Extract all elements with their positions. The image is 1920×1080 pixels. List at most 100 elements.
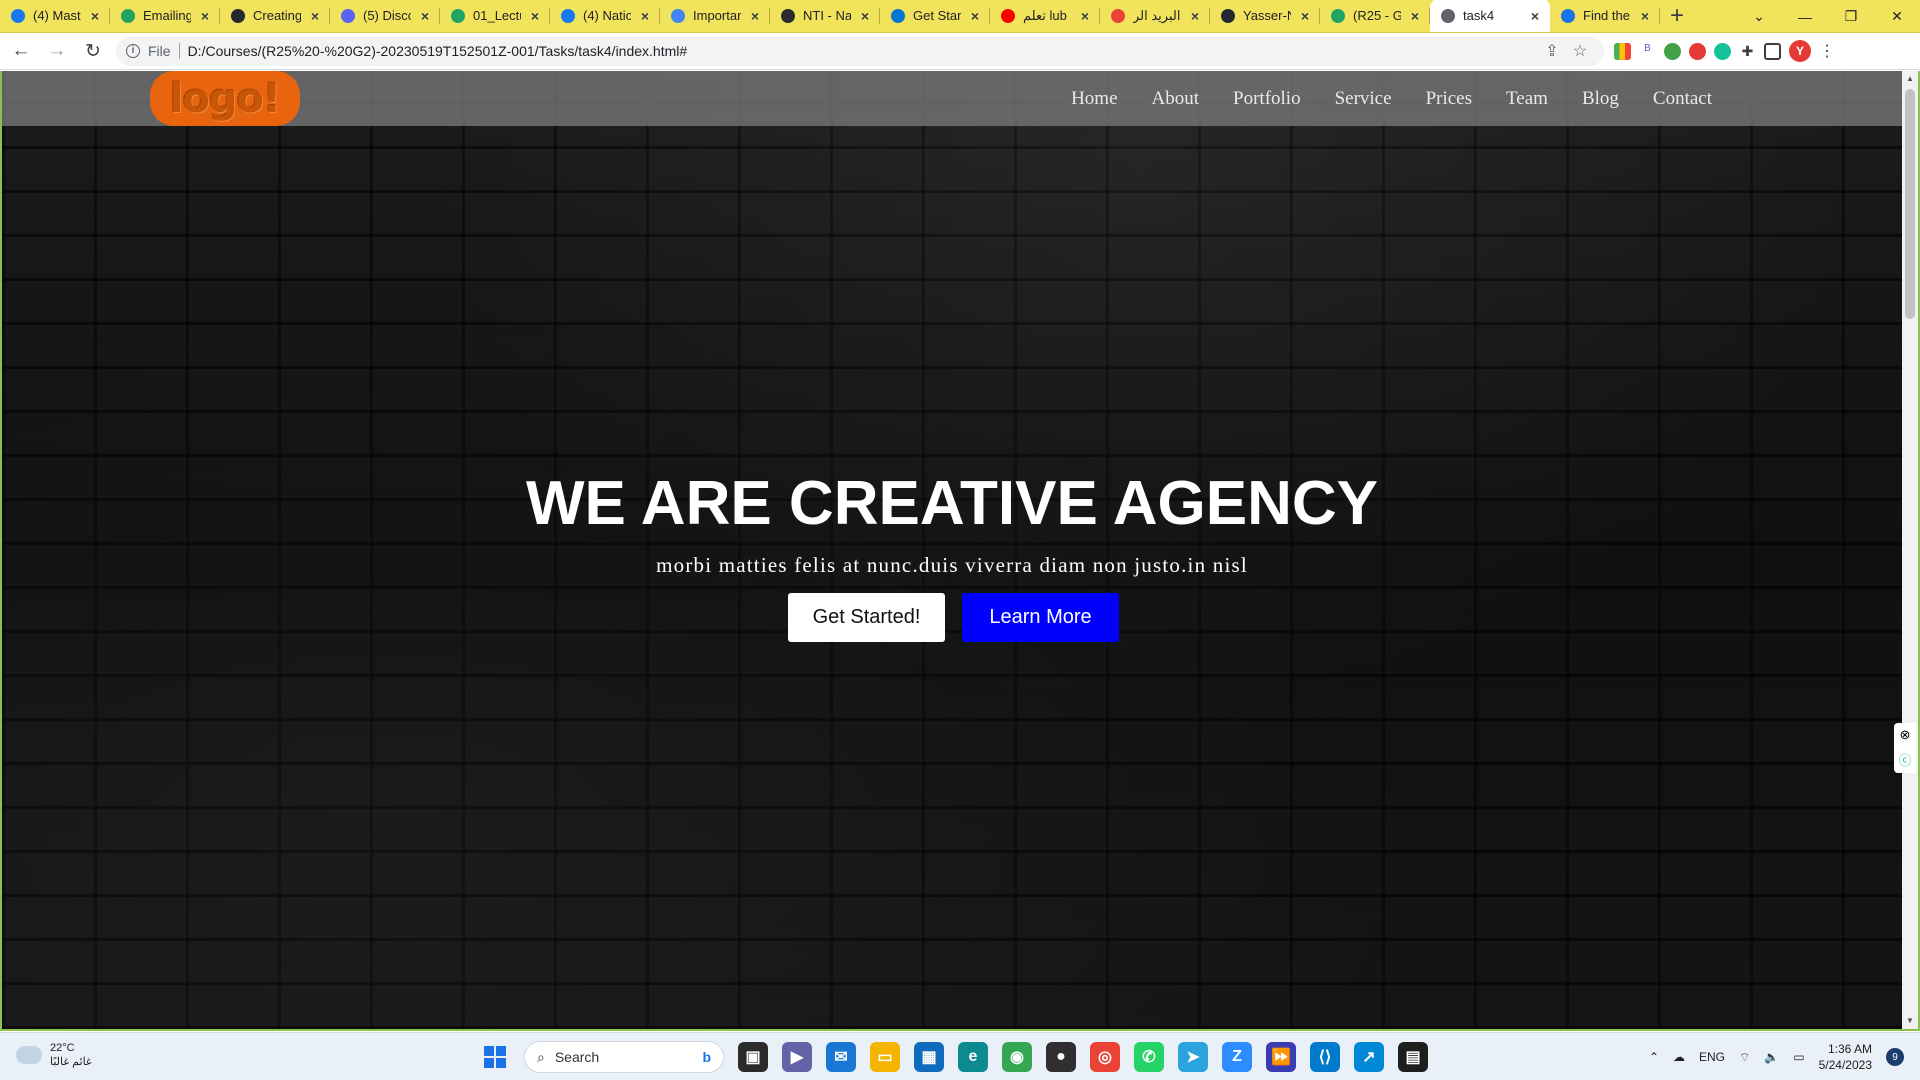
close-tab-icon[interactable]: ×	[748, 8, 762, 24]
address-bar[interactable]: i File D:/Courses/(R25%20-%20G2)-2023051…	[116, 36, 1604, 66]
forward-icon[interactable]: →	[42, 36, 72, 66]
nti-icon	[780, 8, 796, 24]
close-tab-icon[interactable]: ×	[1408, 8, 1422, 24]
browser-tab[interactable]: (R25 - G ×	[1320, 0, 1430, 32]
file-explorer-icon[interactable]: ▭	[870, 1042, 900, 1072]
site-logo[interactable]: logo!	[150, 71, 300, 126]
side-panel-icon[interactable]	[1764, 42, 1781, 60]
close-tab-icon[interactable]: ×	[198, 8, 212, 24]
nav-link-portfolio[interactable]: Portfolio	[1233, 88, 1301, 110]
menu-icon[interactable]: ⋮	[1819, 41, 1835, 61]
close-tab-icon[interactable]: ×	[308, 8, 322, 24]
telegram-icon[interactable]: ➤	[1178, 1042, 1208, 1072]
url-text[interactable]: D:/Courses/(R25%20-%20G2)-20230519T15250…	[188, 43, 1538, 59]
browser-tab[interactable]: Importar ×	[660, 0, 770, 32]
tab-title: Importar	[693, 8, 741, 23]
chrome-icon[interactable]: ◎	[1090, 1042, 1120, 1072]
chevron-up-icon[interactable]: ⌃	[1649, 1050, 1659, 1064]
browser-tab[interactable]: Emailing ×	[110, 0, 220, 32]
puzzle-icon[interactable]: ✚	[1739, 42, 1756, 60]
close-tab-icon[interactable]: ×	[1188, 8, 1202, 24]
nav-link-contact[interactable]: Contact	[1653, 88, 1712, 110]
azure-icon[interactable]: ↗	[1354, 1042, 1384, 1072]
tab-search-icon[interactable]: ⌄	[1736, 0, 1782, 33]
nav-link-blog[interactable]: Blog	[1582, 88, 1619, 110]
whatsapp-icon[interactable]: ✆	[1134, 1042, 1164, 1072]
taskbar-search[interactable]: ⌕ Search b	[524, 1041, 724, 1073]
close-tab-icon[interactable]: ×	[88, 8, 102, 24]
nav-link-home[interactable]: Home	[1071, 88, 1117, 110]
chrome-beta-icon[interactable]: ◉	[1002, 1042, 1032, 1072]
teams-icon[interactable]: ▶	[782, 1042, 812, 1072]
terminal-icon[interactable]: ▤	[1398, 1042, 1428, 1072]
bookmark-star-icon[interactable]: ☆	[1566, 41, 1594, 61]
avatar[interactable]: Y	[1789, 40, 1811, 62]
start-button[interactable]	[480, 1042, 510, 1072]
bing-icon[interactable]: b	[702, 1049, 711, 1065]
info-icon[interactable]: i	[126, 44, 140, 58]
close-tab-icon[interactable]: ×	[528, 8, 542, 24]
obs-icon[interactable]: ●	[1046, 1042, 1076, 1072]
vscode-icon[interactable]: ⟨⟩	[1310, 1042, 1340, 1072]
tab-title: task4	[1463, 8, 1495, 23]
grammarly-widget-icon[interactable]: ⓒ	[1898, 750, 1911, 769]
close-tab-icon[interactable]: ×	[858, 8, 872, 24]
share-icon[interactable]: ⇪	[1538, 41, 1566, 61]
browser-tab[interactable]: Get Star ×	[880, 0, 990, 32]
close-circle-icon[interactable]: ⊗	[1900, 727, 1911, 743]
wifi-icon[interactable]: ⌔	[1739, 1050, 1750, 1065]
browser-tab[interactable]: (4) Mast ×	[0, 0, 110, 32]
browser-tab[interactable]: Find the ×	[1550, 0, 1660, 32]
page-scrollbar[interactable]: ▲ ▼	[1902, 71, 1918, 1029]
grammarly-icon[interactable]	[1714, 42, 1731, 60]
media-player-icon[interactable]: ⏩	[1266, 1042, 1296, 1072]
close-tab-icon[interactable]: ×	[1298, 8, 1312, 24]
restore-icon[interactable]: ❐	[1828, 0, 1874, 33]
get-started-button[interactable]: Get Started!	[788, 593, 945, 642]
edge-icon[interactable]: e	[958, 1042, 988, 1072]
close-window-icon[interactable]: ✕	[1874, 0, 1920, 33]
nav-link-prices[interactable]: Prices	[1426, 88, 1472, 110]
scroll-thumb[interactable]	[1905, 89, 1915, 319]
battery-icon[interactable]: ▭	[1793, 1050, 1804, 1064]
nav-link-team[interactable]: Team	[1506, 88, 1548, 110]
learn-more-button[interactable]: Learn More	[962, 593, 1119, 642]
extension-b-icon[interactable]: B	[1639, 42, 1656, 60]
opera-icon[interactable]	[1689, 42, 1706, 60]
clock[interactable]: 1:36 AM 5/24/2023	[1819, 1041, 1872, 1073]
close-tab-icon[interactable]: ×	[418, 8, 432, 24]
extension-cube-icon[interactable]	[1664, 42, 1681, 60]
notification-badge[interactable]: 9	[1886, 1048, 1904, 1066]
browser-tab[interactable]: task4 ×	[1430, 0, 1550, 32]
nav-link-about[interactable]: About	[1152, 88, 1200, 110]
browser-tab[interactable]: NTI - Na ×	[770, 0, 880, 32]
store-icon[interactable]: ▦	[914, 1042, 944, 1072]
scroll-up-icon[interactable]: ▲	[1902, 71, 1918, 87]
browser-tab[interactable]: (4) Natio ×	[550, 0, 660, 32]
new-tab-button[interactable]: +	[1660, 0, 1694, 32]
zoom-icon[interactable]: Z	[1222, 1042, 1252, 1072]
browser-tab[interactable]: (5) Disco ×	[330, 0, 440, 32]
browser-tab[interactable]: Creating ×	[220, 0, 330, 32]
task-view-icon[interactable]: ▣	[738, 1042, 768, 1072]
close-tab-icon[interactable]: ×	[1528, 8, 1542, 24]
onedrive-icon[interactable]: ☁	[1673, 1050, 1685, 1064]
close-tab-icon[interactable]: ×	[1078, 8, 1092, 24]
close-tab-icon[interactable]: ×	[638, 8, 652, 24]
close-tab-icon[interactable]: ×	[1638, 8, 1652, 24]
scroll-down-icon[interactable]: ▼	[1902, 1013, 1918, 1029]
mail-icon[interactable]: ✉	[826, 1042, 856, 1072]
reload-icon[interactable]: ↻	[78, 36, 108, 66]
nav-link-service[interactable]: Service	[1335, 88, 1392, 110]
weather-widget[interactable]: 22°C غائم غالبًا	[16, 1040, 92, 1069]
browser-tab[interactable]: البريد الر ×	[1100, 0, 1210, 32]
browser-tab[interactable]: 01_Lectu ×	[440, 0, 550, 32]
minimize-icon[interactable]: —	[1782, 0, 1828, 33]
volume-icon[interactable]: 🔈	[1764, 1050, 1779, 1064]
close-tab-icon[interactable]: ×	[968, 8, 982, 24]
browser-tab[interactable]: تعلم lub ×	[990, 0, 1100, 32]
extension-grid-icon[interactable]	[1614, 42, 1631, 60]
back-icon[interactable]: ←	[6, 36, 36, 66]
browser-tab[interactable]: Yasser-N ×	[1210, 0, 1320, 32]
language-indicator[interactable]: ENG	[1699, 1050, 1725, 1064]
